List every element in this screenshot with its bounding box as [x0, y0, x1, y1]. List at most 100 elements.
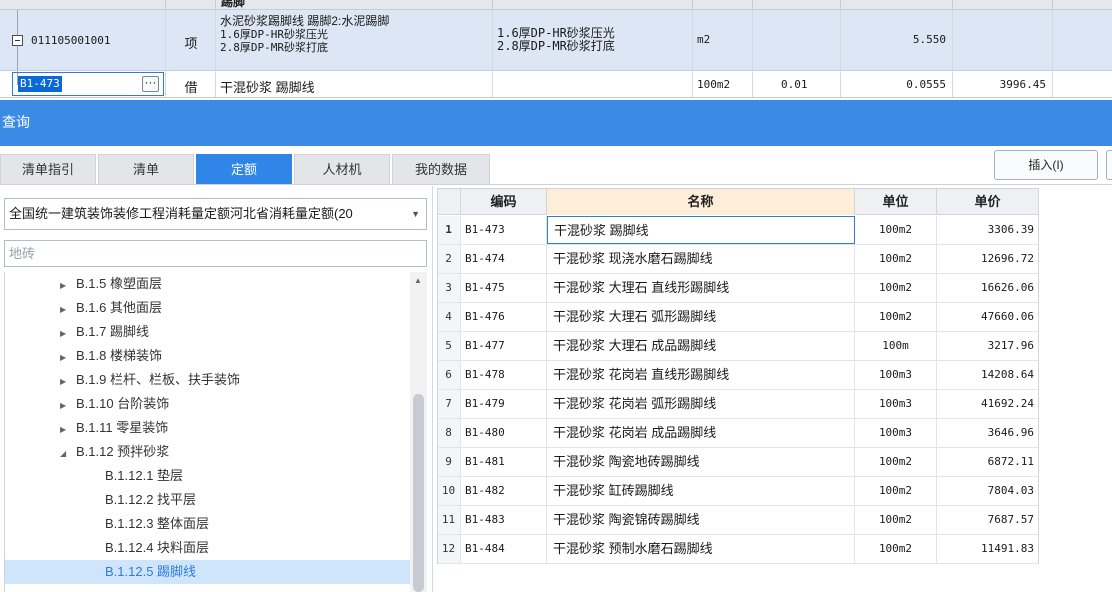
table-row[interactable]: 4 B1-476 干混砂浆 大理石 弧形踢脚线 100m2 47660.06 — [437, 303, 1039, 332]
item-type-cell[interactable]: 项 — [166, 10, 216, 70]
row-unit[interactable]: 100m3 — [855, 361, 937, 389]
row-code[interactable]: B1-482 — [461, 477, 547, 505]
item-name-cell[interactable]: 水泥砂浆踢脚线 踢脚2:水泥踢脚 1.6厚DP-HR砂浆压光 2.8厚DP-MR… — [216, 10, 493, 70]
expand-arrow-icon[interactable]: ▶ — [60, 394, 76, 418]
ellipsis-button[interactable]: ··· — [142, 76, 159, 92]
tree-scrollbar[interactable]: ▲ — [410, 272, 427, 592]
row-code[interactable]: B1-484 — [461, 535, 547, 563]
tree-item[interactable]: B.1.12.4 块料面层 — [105, 536, 209, 560]
table-row[interactable]: 5 B1-477 干混砂浆 大理石 成品踢脚线 100m 3217.96 — [437, 332, 1039, 361]
chevron-down-icon[interactable]: ▼ — [411, 199, 420, 229]
sub-type-cell[interactable]: 借 — [166, 71, 216, 97]
sub-unit-cell[interactable]: 100m2 — [693, 71, 753, 97]
row-unit[interactable]: 100m2 — [855, 506, 937, 534]
col-header-unit[interactable]: 单位 — [855, 189, 937, 215]
scroll-up-icon[interactable]: ▲ — [414, 276, 422, 285]
expand-arrow-icon[interactable]: ▶ — [60, 346, 76, 370]
row-index[interactable]: 7 — [437, 390, 461, 418]
table-row[interactable]: 6 B1-478 干混砂浆 花岗岩 直线形踢脚线 100m3 14208.64 — [437, 361, 1039, 390]
row-code[interactable]: B1-478 — [461, 361, 547, 389]
row-unit[interactable]: 100m3 — [855, 419, 937, 447]
item-code-cell[interactable]: 011105001001 — [0, 10, 166, 70]
tab-my-data[interactable]: 我的数据 — [392, 154, 490, 185]
row-price[interactable]: 14208.64 — [937, 361, 1039, 389]
row-price[interactable]: 3646.96 — [937, 419, 1039, 447]
tab-bill[interactable]: 清单 — [98, 154, 194, 185]
row-unit[interactable]: 100m2 — [855, 216, 937, 244]
row-unit[interactable]: 100m3 — [855, 390, 937, 418]
bill-item-row[interactable]: 011105001001 项 水泥砂浆踢脚线 踢脚2:水泥踢脚 1.6厚DP-H… — [0, 10, 1112, 71]
row-name[interactable]: 干混砂浆 陶瓷锦砖踢脚线 — [547, 506, 855, 534]
col-header-code[interactable]: 编码 — [461, 189, 547, 215]
row-index[interactable]: 5 — [437, 332, 461, 360]
row-unit[interactable]: 100m2 — [855, 303, 937, 331]
col-header-name[interactable]: 名称 — [547, 189, 855, 215]
sub-coef-cell[interactable]: 0.01 — [753, 71, 841, 97]
row-index[interactable]: 11 — [437, 506, 461, 534]
sub-quantity-cell[interactable]: 0.0555 — [841, 71, 953, 97]
expand-arrow-icon[interactable]: ▶ — [60, 322, 76, 346]
tree-item[interactable]: B.1.12.3 整体面层 — [105, 512, 209, 536]
row-name[interactable]: 干混砂浆 花岗岩 弧形踢脚线 — [547, 390, 855, 418]
tree-item[interactable]: B.1.12.2 找平层 — [105, 488, 196, 512]
insert-button[interactable]: 插入(I) — [994, 150, 1098, 180]
tree-item[interactable]: ▶ B.1.7 踢脚线 — [60, 320, 149, 344]
row-price[interactable]: 7687.57 — [937, 506, 1039, 534]
row-name[interactable]: 干混砂浆 缸砖踢脚线 — [547, 477, 855, 505]
scroll-thumb[interactable] — [413, 394, 424, 592]
row-index[interactable]: 8 — [437, 419, 461, 447]
item-price-cell[interactable] — [953, 10, 1053, 70]
row-price[interactable]: 16626.06 — [937, 274, 1039, 302]
row-index[interactable]: 2 — [437, 245, 461, 273]
sub-code-input[interactable]: B1-473 — [18, 76, 62, 92]
row-unit[interactable]: 100m2 — [855, 535, 937, 563]
tree-item[interactable]: ▶ B.1.8 楼梯装饰 — [60, 344, 162, 368]
collapse-icon[interactable] — [12, 35, 23, 46]
row-code[interactable]: B1-480 — [461, 419, 547, 447]
row-name[interactable]: 干混砂浆 预制水磨石踢脚线 — [547, 535, 855, 563]
row-index[interactable]: 10 — [437, 477, 461, 505]
row-code[interactable]: B1-476 — [461, 303, 547, 331]
row-index[interactable]: 3 — [437, 274, 461, 302]
tree-item[interactable]: B.1.12.1 垫层 — [105, 464, 183, 488]
expand-arrow-icon[interactable]: ▶ — [60, 274, 76, 298]
row-price[interactable]: 6872.11 — [937, 448, 1039, 476]
table-row[interactable]: 12 B1-484 干混砂浆 预制水磨石踢脚线 100m2 11491.83 — [437, 535, 1039, 564]
item-feature-cell[interactable]: 1.6厚DP-HR砂浆压光 2.8厚DP-MR砂浆打底 — [493, 10, 693, 70]
expand-arrow-icon[interactable]: ▶ — [60, 418, 76, 442]
collapse-arrow-icon[interactable]: ◢ — [60, 442, 76, 466]
row-code[interactable]: B1-473 — [461, 216, 547, 244]
row-name[interactable]: 干混砂浆 花岗岩 成品踢脚线 — [547, 419, 855, 447]
table-row[interactable]: 3 B1-475 干混砂浆 大理石 直线形踢脚线 100m2 16626.06 — [437, 274, 1039, 303]
row-price[interactable]: 12696.72 — [937, 245, 1039, 273]
item-coef-cell[interactable] — [753, 10, 841, 70]
tab-quota[interactable]: 定额 — [196, 154, 292, 185]
panel-splitter[interactable] — [432, 186, 433, 592]
row-name[interactable]: 干混砂浆 花岗岩 直线形踢脚线 — [547, 361, 855, 389]
row-price[interactable]: 11491.83 — [937, 535, 1039, 563]
tree-item[interactable]: ▶ B.1.10 台阶装饰 — [60, 392, 169, 416]
row-price[interactable]: 41692.24 — [937, 390, 1039, 418]
row-code[interactable]: B1-474 — [461, 245, 547, 273]
row-name[interactable]: 干混砂浆 大理石 成品踢脚线 — [547, 332, 855, 360]
row-index[interactable]: 1 — [437, 216, 461, 244]
tree-item[interactable]: ◢ B.1.12 预拌砂浆 — [60, 440, 169, 464]
more-button[interactable] — [1106, 150, 1112, 180]
table-row[interactable]: 2 B1-474 干混砂浆 现浇水磨石踢脚线 100m2 12696.72 — [437, 245, 1039, 274]
tab-labor-material-machine[interactable]: 人材机 — [294, 154, 390, 185]
tree-item[interactable]: ▶ B.1.11 零星装饰 — [60, 416, 168, 440]
table-row[interactable]: 11 B1-483 干混砂浆 陶瓷锦砖踢脚线 100m2 7687.57 — [437, 506, 1039, 535]
row-name[interactable]: 干混砂浆 现浇水磨石踢脚线 — [547, 245, 855, 273]
sub-code-cell[interactable]: B1-473 ··· — [0, 71, 166, 97]
sub-name-cell[interactable]: 干混砂浆 踢脚线 — [216, 71, 493, 97]
table-row[interactable]: 1 B1-473 干混砂浆 踢脚线 100m2 3306.39 — [437, 216, 1039, 245]
row-name[interactable]: 干混砂浆 大理石 弧形踢脚线 — [547, 303, 855, 331]
row-unit[interactable]: 100m2 — [855, 448, 937, 476]
row-unit[interactable]: 100m — [855, 332, 937, 360]
row-code[interactable]: B1-481 — [461, 448, 547, 476]
tree-item[interactable]: B.1.12.5 踢脚线 — [5, 560, 411, 584]
item-unit-cell[interactable]: m2 — [693, 10, 753, 70]
item-quantity-cell[interactable]: 5.550 — [841, 10, 953, 70]
row-name[interactable]: 干混砂浆 陶瓷地砖踢脚线 — [547, 448, 855, 476]
tree-item[interactable]: ▶ B.1.5 橡塑面层 — [60, 272, 162, 296]
